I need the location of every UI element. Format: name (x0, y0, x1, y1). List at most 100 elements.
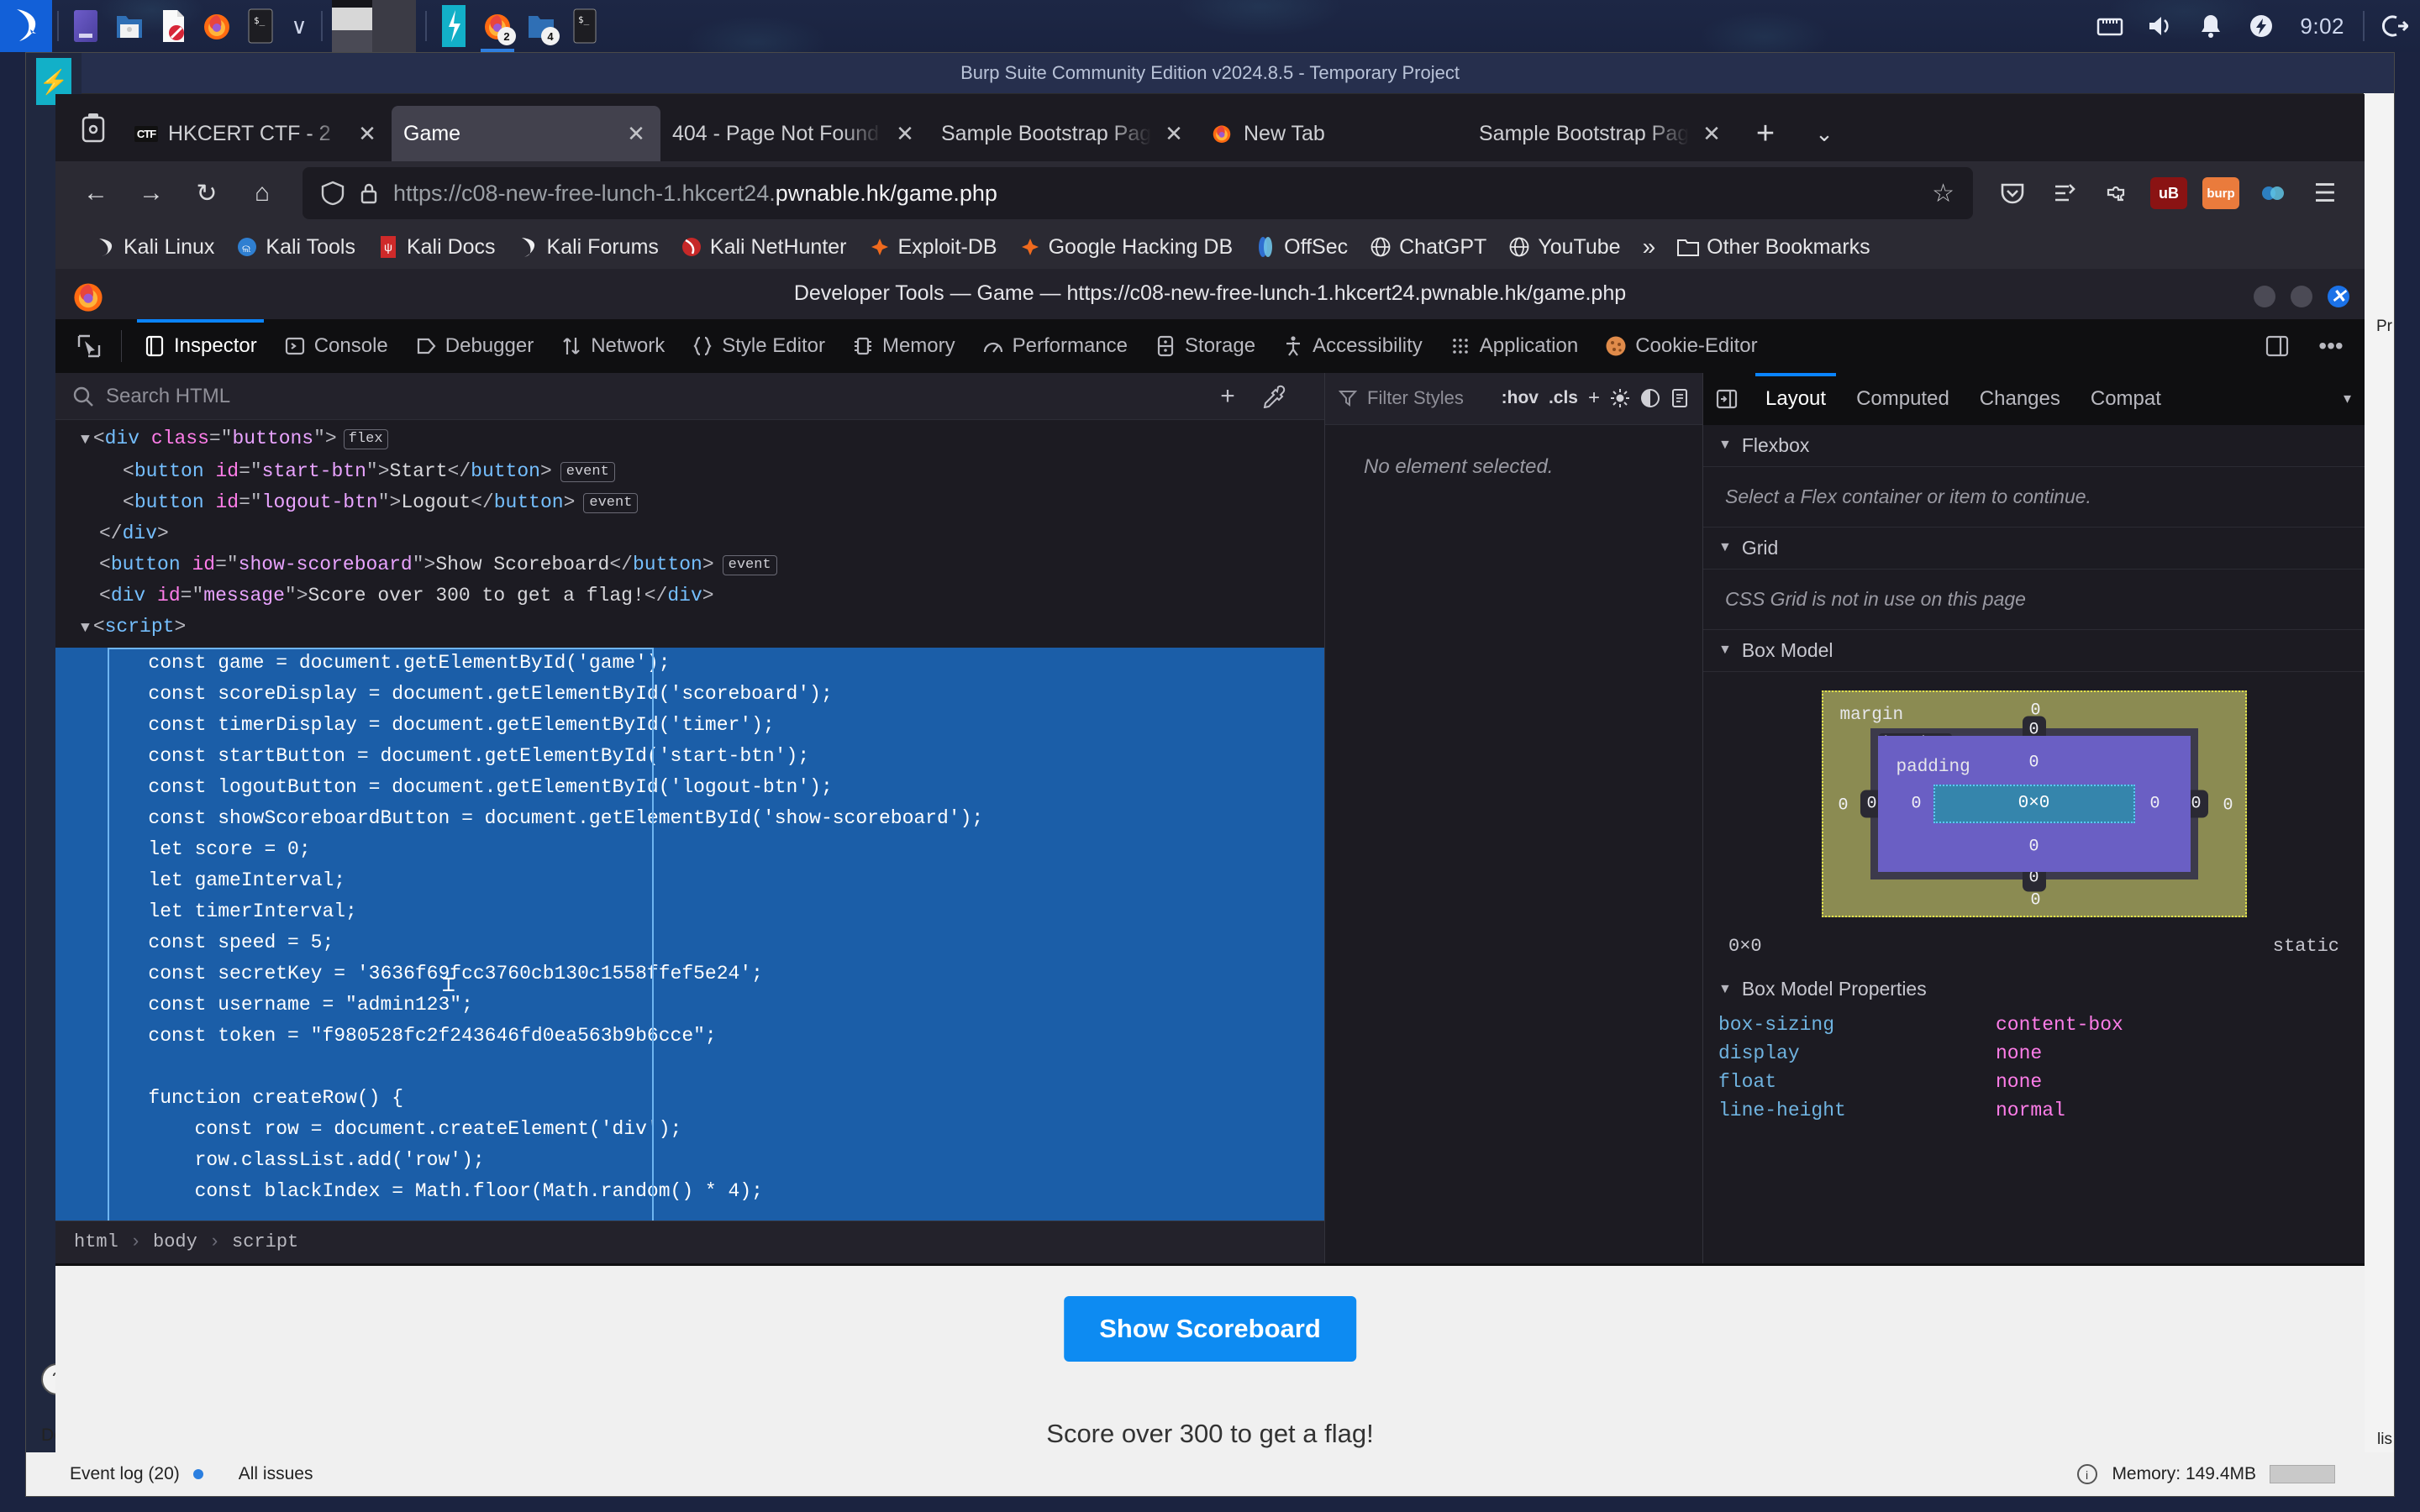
event-badge[interactable]: event (583, 493, 639, 514)
browser-tab-active[interactable]: Game ✕ (392, 106, 660, 161)
event-log-label[interactable]: Event log (20) (70, 1464, 180, 1484)
property-value[interactable]: content-box (1996, 1014, 2123, 1036)
lock-icon[interactable] (360, 181, 378, 205)
flexbox-section-header[interactable]: ▼ Flexbox (1703, 425, 2365, 467)
markup-line[interactable]: <button id="show-scoreboard">Show Scoreb… (55, 549, 1324, 580)
tab-accessibility[interactable]: Accessibility (1269, 319, 1436, 373)
tab-application[interactable]: Application (1436, 319, 1591, 373)
tab-inspector[interactable]: Inspector (130, 318, 271, 373)
html-tree[interactable]: ▼ <div class="buttons"> flex <button id="st… (55, 420, 1324, 1221)
list-all-tabs-icon[interactable]: ⌄ (1795, 106, 1854, 161)
breadcrumb-item-body[interactable]: body (153, 1231, 197, 1252)
markup-line[interactable]: ▼ <script> (55, 612, 1324, 644)
selected-script-node[interactable]: const game = document.getElementById('ga… (55, 648, 1324, 1221)
devtools-meatball-menu-icon[interactable]: ••• (2307, 323, 2354, 370)
flex-badge[interactable]: flex (343, 429, 388, 450)
breadcrumb[interactable]: html › body › script (55, 1220, 1324, 1263)
property-value[interactable]: none (1996, 1042, 2042, 1064)
bookmark-exploit-db[interactable]: Exploit-DB (860, 233, 1006, 262)
reload-button[interactable]: ↻ (182, 168, 232, 218)
browser-tab[interactable]: Sample Bootstrap Page ✕ (1467, 106, 1736, 161)
burp-taskbar-icon[interactable] (432, 0, 476, 52)
tab-debugger[interactable]: Debugger (402, 319, 547, 373)
bookmark-chatgpt[interactable]: ChatGPT (1361, 233, 1495, 262)
layout-tab-changes[interactable]: Changes (1965, 373, 2075, 425)
pdf-icon[interactable] (151, 0, 195, 52)
new-tab-button[interactable]: + (1736, 106, 1795, 161)
browser-tab[interactable]: CTF HKCERT CTF - 2 ✕ (123, 106, 392, 161)
dark-mode-icon[interactable] (1640, 388, 1660, 408)
tab-network[interactable]: Network (547, 319, 678, 373)
print-media-icon[interactable] (1670, 388, 1689, 408)
bookmark-star-icon[interactable]: ☆ (1932, 179, 1954, 208)
markup-line[interactable]: <button id="start-btn">Start</button> eve… (55, 456, 1324, 487)
burp-extension-icon[interactable]: burp (2196, 168, 2245, 218)
tab-performance[interactable]: Performance (969, 319, 1141, 373)
folder-icon[interactable] (108, 0, 151, 52)
markup-line[interactable]: <button id="logout-btn">Logout</button> e… (55, 487, 1324, 518)
margin-bottom-value[interactable]: 0 (2030, 890, 2040, 910)
markup-line[interactable]: ▼ <div class="buttons"> flex (55, 423, 1324, 456)
add-node-button[interactable]: + (1205, 382, 1250, 411)
wappalyzer-icon[interactable] (2249, 168, 2297, 218)
add-rule-button[interactable]: + (1588, 386, 1600, 410)
cls-toggle[interactable]: .cls (1549, 388, 1578, 408)
light-mode-icon[interactable] (1610, 388, 1630, 408)
browser-tab[interactable]: New Tab (1198, 106, 1467, 161)
tracking-protection-shield-icon[interactable] (321, 181, 345, 206)
other-bookmarks-folder[interactable]: Other Bookmarks (1669, 233, 1879, 262)
forward-button[interactable]: → (126, 168, 176, 218)
dock-position-icon[interactable] (2254, 323, 2301, 370)
back-button[interactable]: ← (71, 168, 121, 218)
element-picker-icon[interactable] (66, 323, 113, 370)
tab-memory[interactable]: Memory (839, 319, 969, 373)
search-input[interactable]: Search HTML (106, 385, 1193, 408)
firefox-icon[interactable] (195, 0, 239, 52)
home-button[interactable]: ⌂ (237, 168, 287, 218)
all-issues-label[interactable]: All issues (239, 1464, 313, 1484)
files-icon[interactable] (64, 0, 108, 52)
bookmark-offsec[interactable]: OffSec (1246, 233, 1356, 262)
pocket-icon[interactable] (1988, 168, 2037, 218)
hov-toggle[interactable]: :hov (1502, 388, 1539, 408)
terminal-window-icon[interactable]: $_ (563, 0, 607, 52)
bookmark-kali-forums[interactable]: Kali Forums (509, 233, 667, 262)
tab-console[interactable]: Console (271, 319, 402, 373)
layout-tab-compat[interactable]: Compat (2075, 373, 2176, 425)
tab-close-icon[interactable]: ✕ (1161, 121, 1186, 147)
markup-line[interactable]: </div> (55, 518, 1324, 549)
margin-right-value[interactable]: 0 (2223, 795, 2233, 815)
firefox-view-icon[interactable] (64, 94, 123, 161)
property-value[interactable]: none (1996, 1071, 2042, 1093)
container-tabs-icon[interactable] (2040, 168, 2089, 218)
firefox-window-icon[interactable]: 2 (476, 0, 519, 52)
bookmark-youtube[interactable]: YouTube (1500, 233, 1628, 262)
box-model-properties-header[interactable]: ▼ Box Model Properties (1703, 969, 2365, 1011)
power-icon[interactable] (2236, 0, 2286, 52)
box-model-section-header[interactable]: ▼ Box Model (1703, 630, 2365, 672)
layout-tab-computed[interactable]: Computed (1841, 373, 1965, 425)
box-model-diagram[interactable]: margin 0 0 0 0 border 0 0 0 0 (1703, 672, 2365, 931)
twisty-icon[interactable]: ▼ (81, 620, 90, 637)
tab-cookie-editor[interactable]: Cookie-Editor (1591, 319, 1770, 373)
tab-close-icon[interactable]: ✕ (623, 121, 649, 147)
browser-tab[interactable]: Sample Bootstrap Page ✕ (929, 106, 1198, 161)
filter-styles-input[interactable]: Filter Styles (1367, 387, 1491, 409)
terminal-icon[interactable]: $_ (239, 0, 282, 52)
breadcrumb-item-html[interactable]: html (74, 1231, 118, 1252)
tab-style-editor[interactable]: Style Editor (678, 319, 839, 373)
padding-left-value[interactable]: 0 (1911, 794, 1921, 813)
maximize-button[interactable] (2291, 285, 2312, 307)
grid-section-header[interactable]: ▼ Grid (1703, 528, 2365, 570)
browser-tab[interactable]: 404 - Page Not Found ✕ (660, 106, 929, 161)
eyedropper-icon[interactable] (1262, 385, 1307, 408)
markup-line[interactable]: <div id="message">Score over 300 to get … (55, 580, 1324, 612)
close-button[interactable]: ✕ (2328, 285, 2349, 307)
padding-right-value[interactable]: 0 (2149, 794, 2160, 813)
padding-top-value[interactable]: 0 (2028, 753, 2039, 772)
bookmarks-overflow-icon[interactable]: » (1634, 231, 1665, 263)
burp-suite-window-icon[interactable] (328, 0, 420, 52)
layout-tab-layout[interactable]: Layout (1750, 372, 1841, 425)
tab-close-icon[interactable]: ✕ (355, 121, 380, 147)
bookmark-kali-linux[interactable]: Kali Linux (86, 233, 223, 262)
